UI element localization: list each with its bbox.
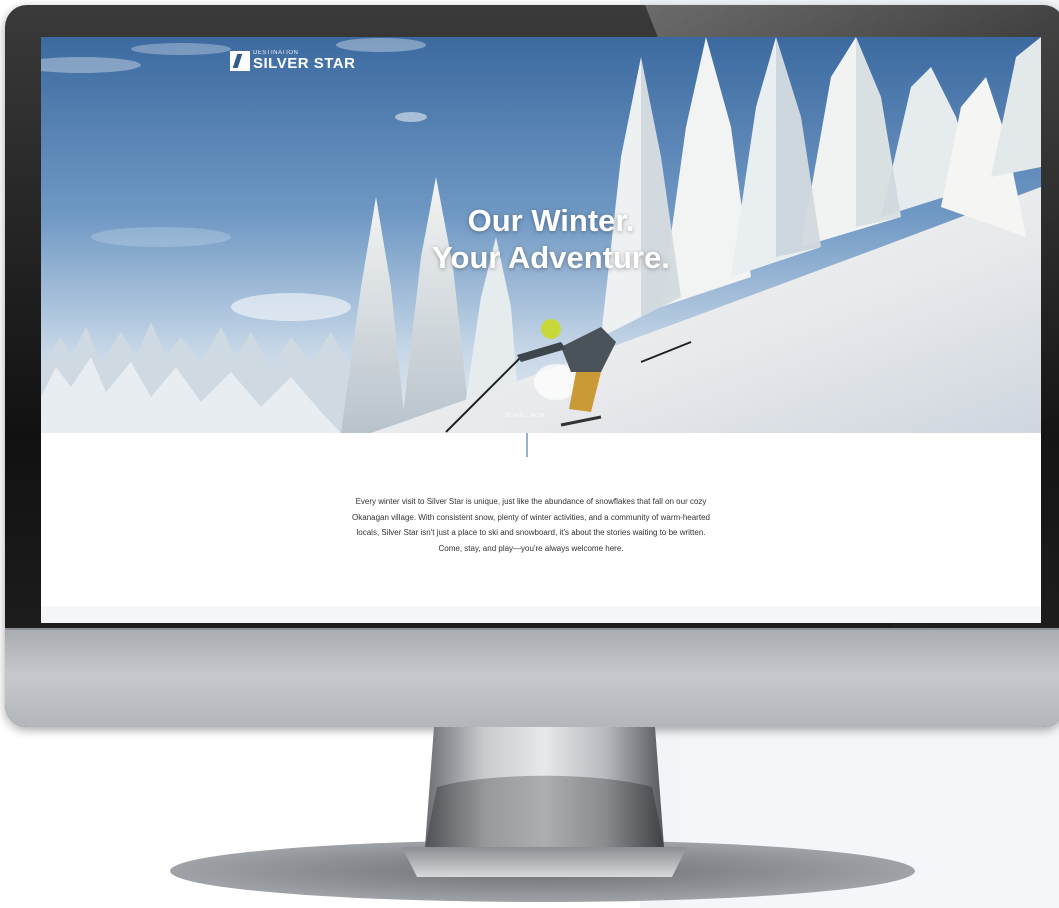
device-mockup-stage: DESTINATION SILVER STAR Our Winter. Your… [0, 0, 1059, 908]
monitor-stand [402, 727, 687, 877]
website-screen: DESTINATION SILVER STAR Our Winter. Your… [41, 37, 1041, 623]
silver-star-logo-mark-icon [230, 51, 250, 71]
scroll-now-link[interactable]: SCROLL NOW [485, 413, 565, 419]
logo-big-text: SILVER STAR [253, 55, 356, 72]
intro-paragraph: Every winter visit to Silver Star is uni… [352, 497, 710, 553]
hero-headline-line-1: Our Winter. [467, 203, 635, 238]
hero-section: DESTINATION SILVER STAR Our Winter. Your… [41, 37, 1041, 433]
next-section-band [41, 606, 1041, 623]
logo-small-text: DESTINATION [253, 50, 299, 56]
monitor: DESTINATION SILVER STAR Our Winter. Your… [5, 5, 1059, 727]
hero-headline-line-2: Your Adventure. [432, 240, 670, 275]
scroll-indicator-line [526, 433, 528, 457]
hero-headline: Our Winter. Your Adventure. [351, 202, 751, 276]
site-logo[interactable]: DESTINATION SILVER STAR [230, 50, 355, 71]
monitor-chin [5, 628, 1059, 727]
